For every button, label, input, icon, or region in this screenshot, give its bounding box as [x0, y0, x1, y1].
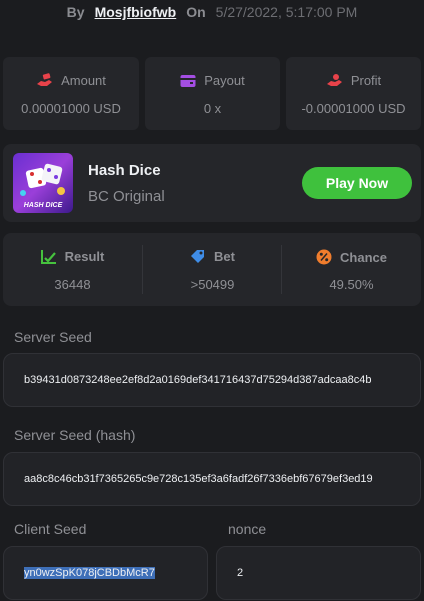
play-now-button[interactable]: Play Now: [302, 167, 412, 199]
money-hand-icon: [37, 73, 53, 86]
game-thumbnail: HASH DICE: [13, 153, 73, 213]
payout-value: 0 x: [203, 101, 222, 116]
username-link[interactable]: Mosjfbiofwb: [95, 4, 177, 20]
result-panel: Result 36448 Bet >50499 Chance 49.50%: [3, 233, 421, 306]
server-seed-hash-field[interactable]: aa8c8c46cb31f7365265c9e728c135ef3a6fadf2…: [3, 452, 421, 506]
chance-value: 49.50%: [329, 277, 374, 292]
wallet-icon: [180, 74, 196, 87]
nonce-label: nonce: [228, 521, 267, 537]
server-seed-hash-label: Server Seed (hash): [14, 427, 136, 443]
profit-card: Profit -0.00001000 USD: [286, 57, 421, 130]
payout-card: Payout 0 x: [145, 57, 280, 130]
bet-column: Bet >50499: [143, 233, 282, 306]
game-title: Hash Dice: [88, 162, 161, 179]
client-seed-field[interactable]: yn0wzSpK078jCBDbMcR7: [3, 546, 208, 600]
payout-label: Payout: [204, 73, 245, 88]
bet-byline: By Mosjfbiofwb On 5/27/2022, 5:17:00 PM: [0, 0, 424, 24]
bet-value: >50499: [190, 277, 235, 292]
result-label: Result: [64, 249, 105, 264]
by-label: By: [66, 4, 85, 20]
result-value: 36448: [54, 277, 91, 292]
profit-label: Profit: [350, 73, 382, 88]
amount-card: Amount 0.00001000 USD: [3, 57, 139, 130]
on-label: On: [186, 4, 206, 20]
server-seed-field[interactable]: b39431d0873248ee2ef8d2a0169def341716437d…: [3, 353, 421, 407]
game-card: HASH DICE Hash Dice BC Original Play Now: [3, 144, 421, 222]
game-thumbnail-text: HASH DICE: [23, 202, 63, 209]
profit-value: -0.00001000 USD: [301, 101, 406, 116]
chance-label: Chance: [340, 249, 387, 265]
percent-icon: [316, 249, 332, 265]
client-seed-value[interactable]: yn0wzSpK078jCBDbMcR7: [24, 567, 155, 579]
amount-label: Amount: [61, 73, 106, 88]
chance-column: Chance 49.50%: [282, 233, 421, 306]
bet-label: Bet: [214, 249, 235, 264]
server-seed-label: Server Seed: [14, 329, 92, 345]
tag-icon: [191, 250, 205, 263]
profit-hand-icon: [326, 74, 342, 86]
bet-date: 5/27/2022, 5:17:00 PM: [215, 4, 358, 20]
nonce-field[interactable]: 2: [216, 546, 421, 600]
bet-stats: Amount 0.00001000 USD Payout 0 x Profit …: [0, 57, 424, 130]
check-chart-icon: [40, 250, 56, 264]
amount-value: 0.00001000 USD: [21, 101, 121, 116]
game-subtitle: BC Original: [88, 188, 165, 205]
client-seed-label: Client Seed: [14, 521, 87, 537]
result-column: Result 36448: [3, 233, 142, 306]
